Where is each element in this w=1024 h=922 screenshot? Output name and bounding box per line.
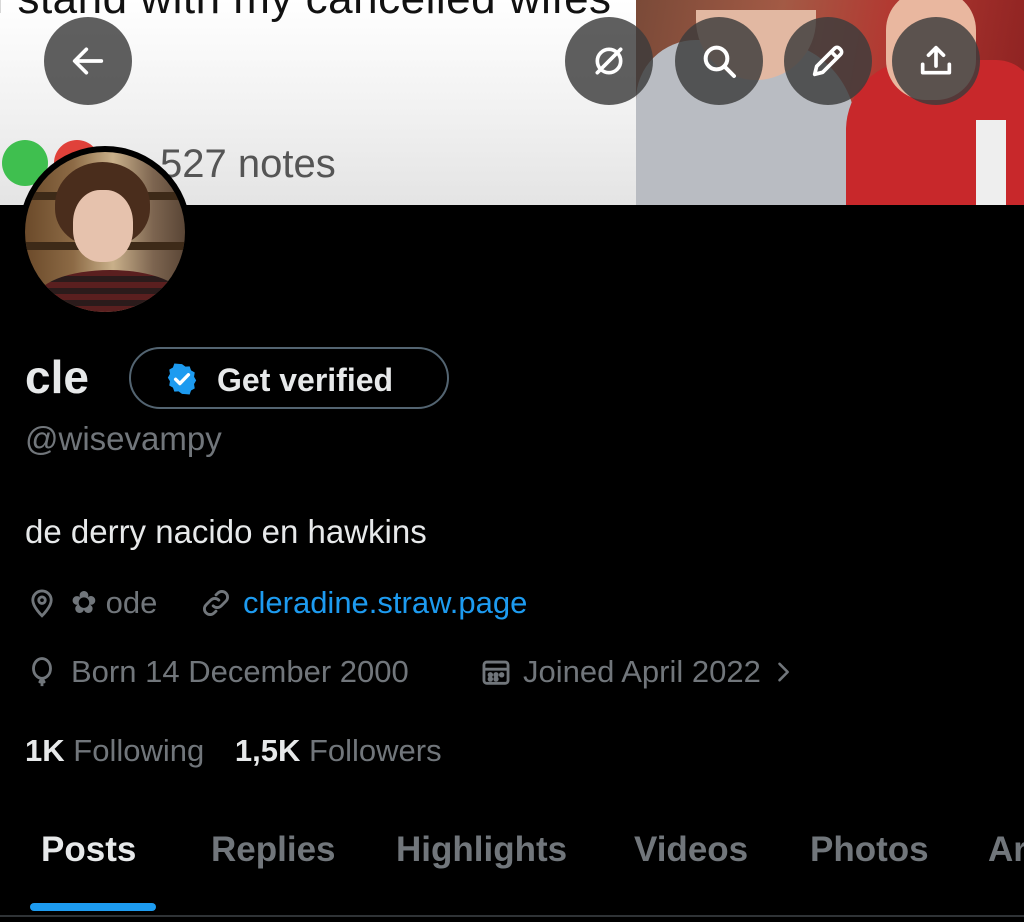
joined-date[interactable]: Joined April 2022 [479,654,797,690]
banner-notes: 527 notes [160,142,336,186]
username-handle: @wisevampy [25,420,222,457]
tab-videos[interactable]: Videos [634,830,748,870]
tab-articles[interactable]: Articles [988,830,1024,870]
joined-text: Joined April 2022 [523,654,761,689]
share-icon [920,45,952,75]
pencil-icon [812,45,844,77]
active-tab-indicator [30,903,156,911]
chevron-right-icon [778,662,789,682]
back-button[interactable] [44,17,132,105]
grok-button[interactable] [565,17,653,105]
display-name: cle [25,351,89,403]
website-link[interactable]: cleradine.straw.page [243,585,527,621]
followers-count: 1,5K [234,733,301,768]
avatar-photo [25,152,185,312]
profile-bio: de derry nacido en hawkins [25,513,427,550]
profile-tabs: Posts Replies Highlights Videos Photos A… [0,812,1024,922]
following-label: Following [73,733,205,768]
following-count: 1K [25,733,65,768]
get-verified-label: Get verified [217,362,394,398]
birthday-text: Born 14 December 2000 [71,654,409,689]
tab-replies[interactable]: Replies [211,830,336,870]
search-icon [703,45,736,78]
search-button[interactable] [675,17,763,105]
birthday: Born 14 December 2000 [25,654,409,690]
crossed-circle-icon [595,47,623,75]
tab-posts[interactable]: Posts [41,830,136,870]
calendar-icon [482,660,510,685]
tabs-divider [0,915,1024,917]
avatar[interactable] [19,146,191,318]
location-text: ✿ ode [71,585,158,620]
get-verified-button[interactable]: Get verified [129,347,449,409]
followers-label: Followers [308,733,442,768]
location-pin-icon [31,589,53,618]
balloon-icon [32,657,52,687]
location: ✿ ode [25,585,157,621]
edit-button[interactable] [784,17,872,105]
link-icon [203,590,229,616]
verified-badge-icon [167,363,197,395]
follow-stats: 1K Following 1,5K Followers [25,733,442,769]
back-arrow-icon [72,47,104,75]
tab-highlights[interactable]: Highlights [396,830,567,870]
following-link[interactable]: 1K Following [25,733,213,768]
followers-link[interactable]: 1,5K Followers [235,733,442,768]
tab-photos[interactable]: Photos [810,830,929,870]
website[interactable]: cleradine.straw.page [199,585,527,621]
share-button[interactable] [892,17,980,105]
